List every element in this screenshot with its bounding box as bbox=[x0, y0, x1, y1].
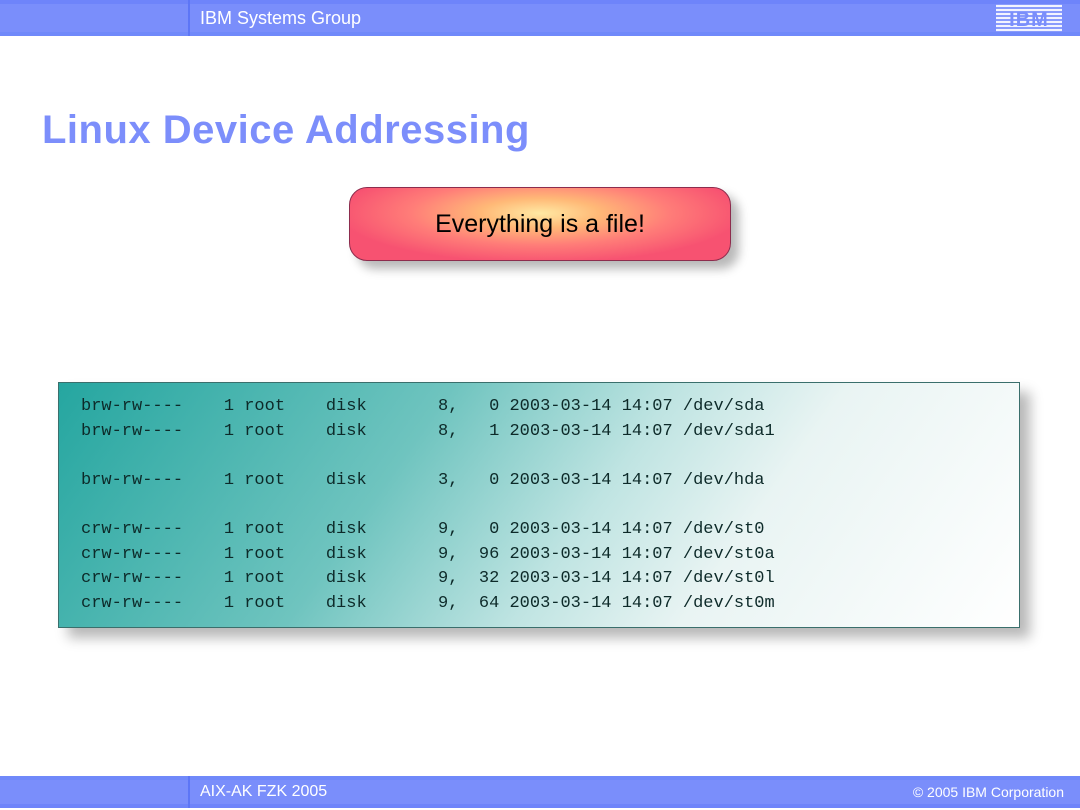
svg-text:IBM: IBM bbox=[1009, 9, 1049, 31]
footer-right: © 2005 IBM Corporation bbox=[913, 780, 1064, 804]
footer-left: AIX-AK FZK 2005 bbox=[200, 780, 327, 804]
header-bar: IBM Systems Group bbox=[0, 4, 1080, 32]
terminal-listing-box: brw-rw---- 1 root disk 8, 0 2003-03-14 1… bbox=[58, 382, 1020, 628]
footer-separator bbox=[188, 776, 190, 808]
header-group: IBM Systems Group bbox=[0, 4, 1080, 32]
terminal-listing: brw-rw---- 1 root disk 8, 0 2003-03-14 1… bbox=[59, 383, 1019, 627]
slide-title: Linux Device Addressing bbox=[42, 108, 530, 153]
callout-box: Everything is a file! bbox=[349, 187, 731, 261]
header-separator bbox=[188, 0, 190, 36]
callout-text: Everything is a file! bbox=[435, 210, 645, 238]
ibm-logo-icon: IBM bbox=[996, 4, 1062, 32]
